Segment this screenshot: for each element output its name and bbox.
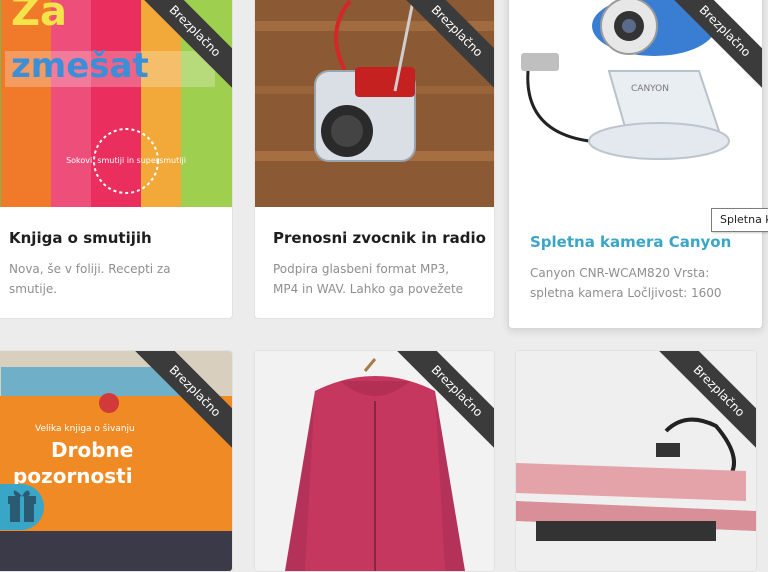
book-title-1: Drobne	[51, 438, 133, 462]
tooltip: Spletna k	[711, 208, 768, 232]
product-card[interactable]: Brezplačno Prenosni zvocnik in radio Pod…	[254, 0, 495, 319]
badge-wrapper: Brezplačno	[646, 351, 756, 461]
free-badge: Brezplačno	[648, 351, 756, 461]
cover-title-1: Za	[11, 0, 67, 35]
free-badge: Brezplačno	[386, 351, 494, 461]
product-image[interactable]: CANYON Brezplačno	[509, 0, 762, 211]
product-card[interactable]: Za zmešat Sokovi, smutiji in supersmutij…	[0, 0, 233, 319]
product-image[interactable]: Velika knjiga o šivanju Drobne pozornost…	[0, 351, 232, 571]
free-badge: Brezplačno	[124, 351, 232, 461]
product-description: Podpira glasbeni format MP3, MP4 in WAV.…	[273, 262, 464, 296]
free-badge: Brezplačno	[654, 0, 762, 101]
gift-widget[interactable]	[0, 484, 44, 530]
product-image[interactable]: Brezplačno	[255, 351, 494, 571]
product-title[interactable]: Knjiga o smutijih	[9, 229, 152, 247]
badge-wrapper: Brezplačno	[384, 351, 494, 461]
product-title[interactable]: Prenosni zvocnik in radio	[273, 229, 486, 247]
product-title[interactable]: Spletna kamera Canyon	[530, 233, 731, 251]
cover-subtitle: Sokovi, smutiji in supersmutiji	[66, 156, 186, 165]
gift-icon	[8, 490, 36, 522]
free-badge: Brezplačno	[124, 0, 232, 101]
product-description: Canyon CNR-WCAM820 Vrsta: spletna kamera…	[530, 266, 722, 300]
free-badge: Brezplačno	[386, 0, 494, 101]
product-image[interactable]: Brezplačno	[255, 0, 494, 207]
product-card[interactable]: CANYON Brezplačno Spletna kamera Canyon …	[508, 0, 763, 329]
product-image[interactable]: Brezplačno	[516, 351, 756, 571]
product-description: Nova, še v foliji. Recepti za smutije.	[9, 262, 171, 296]
badge-wrapper: Brezplačno	[122, 0, 232, 101]
badge-wrapper: Brezplačno	[122, 351, 232, 461]
badge-wrapper: Brezplačno	[384, 0, 494, 101]
book-subtitle: Velika knjiga o šivanju	[35, 423, 135, 434]
product-image[interactable]: Za zmešat Sokovi, smutiji in supersmutij…	[0, 0, 232, 207]
badge-wrapper: Brezplačno	[652, 0, 762, 101]
